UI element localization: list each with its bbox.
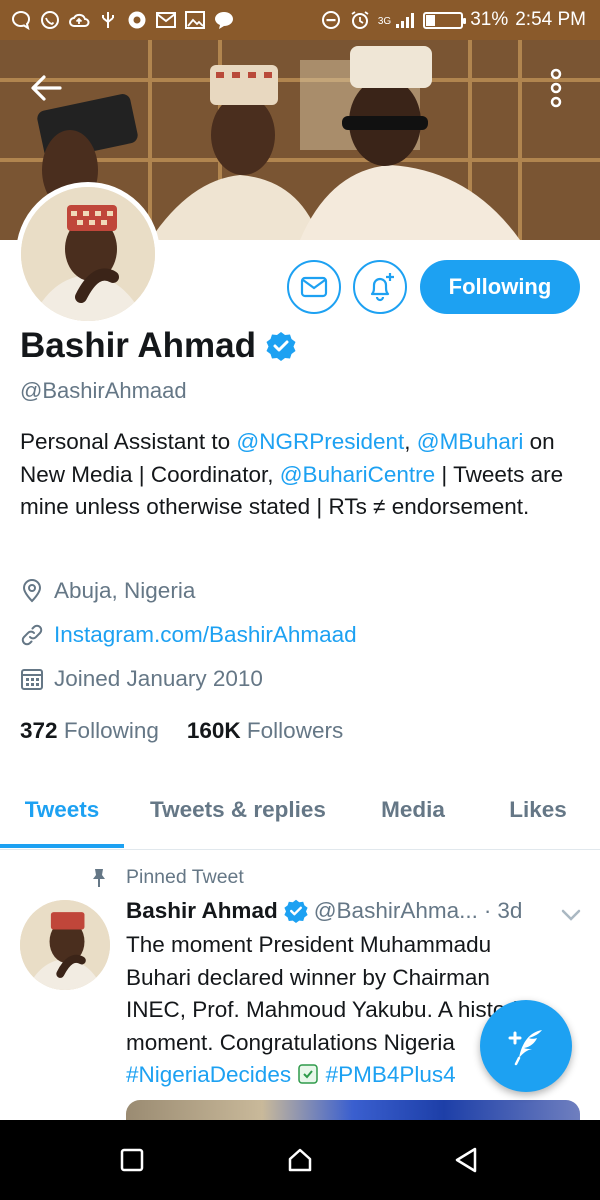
- verified-badge-icon: [284, 899, 308, 923]
- profile-website: Instagram.com/BashirAhmaad: [20, 622, 357, 648]
- network-type: 3G: [377, 16, 392, 27]
- battery-percent: 31%: [470, 9, 509, 30]
- tweet-avatar-photo: [20, 900, 110, 990]
- chevron-down-icon[interactable]: [560, 904, 582, 926]
- battery-level: [426, 14, 436, 26]
- tweet-header: Bashir Ahmad @BashirAhma... · 3d: [126, 898, 586, 924]
- bio-text: ,: [404, 429, 417, 454]
- profile-location: Abuja, Nigeria: [20, 578, 195, 604]
- following-count: 372: [20, 718, 58, 743]
- envelope-icon: [300, 276, 328, 298]
- profile-bio: Personal Assistant to @NGRPresident, @MB…: [20, 426, 580, 524]
- location-pin-icon: [20, 579, 44, 603]
- link-icon: [20, 623, 44, 647]
- profile-joined: Joined January 2010: [20, 666, 263, 692]
- location-text: Abuja, Nigeria: [54, 578, 196, 603]
- more-vertical-icon: [550, 68, 562, 108]
- verified-badge-icon: [266, 332, 296, 361]
- back-nav-button[interactable]: [446, 1140, 486, 1180]
- pin-icon: [93, 868, 105, 887]
- bell-plus-icon: [370, 273, 394, 302]
- more-options-button[interactable]: [540, 64, 572, 112]
- chrome-icon: [128, 11, 146, 29]
- profile-avatar[interactable]: [16, 182, 160, 326]
- gmail-icon: [156, 12, 176, 28]
- message-button[interactable]: [287, 260, 341, 314]
- mention-link-ngrpresident[interactable]: @NGRPresident: [236, 429, 404, 454]
- tweet-author-name[interactable]: Bashir Ahmad: [126, 898, 278, 924]
- followers-count: 160K: [186, 718, 241, 743]
- alarm-icon: [351, 11, 369, 29]
- android-nav-bar: [0, 1120, 600, 1200]
- compose-feather-icon: [508, 1030, 542, 1066]
- chat-bubble-icon: [12, 10, 30, 30]
- home-button[interactable]: [280, 1140, 320, 1180]
- image-icon: [185, 11, 205, 29]
- hashtag-link[interactable]: #PMB4Plus4: [326, 1062, 456, 1087]
- ballot-emoji-icon: [298, 1064, 319, 1084]
- tweet-body-text: The moment President Muhammadu Buhari de…: [126, 932, 530, 1055]
- hashtag-link[interactable]: #NigeriaDecides: [126, 1062, 291, 1087]
- cloud-upload-icon: [69, 13, 90, 27]
- tweet-avatar[interactable]: [20, 900, 110, 990]
- arrow-left-icon: [31, 75, 62, 101]
- active-tab-indicator: [0, 844, 124, 848]
- bio-text: Personal Assistant to: [20, 429, 237, 454]
- notifications-button[interactable]: [353, 260, 407, 314]
- mention-link-mbuhari[interactable]: @MBuhari: [417, 429, 524, 454]
- calendar-icon: [20, 667, 44, 691]
- tab-media[interactable]: Media: [360, 770, 466, 850]
- notification-icons: [10, 10, 235, 30]
- profile-name-row: Bashir Ahmad: [20, 326, 296, 366]
- profile-tabs: Tweets Tweets & replies Media Likes: [0, 770, 600, 850]
- following-button[interactable]: Following: [420, 260, 580, 314]
- recents-square-icon: [120, 1148, 144, 1172]
- home-icon: [288, 1148, 312, 1172]
- signal-icon: [396, 13, 415, 28]
- back-button[interactable]: [22, 68, 70, 108]
- following-stat[interactable]: 372 Following: [20, 718, 159, 744]
- tab-likes[interactable]: Likes: [490, 770, 586, 850]
- tab-tweets[interactable]: Tweets: [0, 770, 124, 850]
- tweet-separator: ·: [483, 898, 492, 923]
- pinned-label-row: Pinned Tweet: [90, 866, 244, 889]
- avatar-photo: [21, 187, 155, 321]
- tweet-author-handle: @BashirAhma...: [313, 898, 478, 923]
- display-name: Bashir Ahmad: [20, 326, 256, 365]
- mention-link-buharicentre[interactable]: @BuhariCentre: [280, 462, 435, 487]
- pinned-tweet-label: Pinned Tweet: [126, 866, 244, 888]
- message-icon: [215, 12, 233, 29]
- battery-icon: [423, 11, 467, 29]
- system-icons: 3G 31% 2:54 PM: [320, 9, 586, 31]
- follow-stats: 372 Following 160K Followers: [20, 718, 343, 744]
- status-bar: 3G 31% 2:54 PM: [0, 0, 600, 40]
- tweet-timestamp: 3d: [497, 898, 523, 923]
- following-label: Following: [63, 718, 159, 743]
- compose-tweet-button[interactable]: [480, 1000, 572, 1092]
- clock-time: 2:54 PM: [515, 9, 586, 30]
- whatsapp-icon: [41, 11, 59, 29]
- do-not-disturb-icon: [321, 11, 340, 29]
- back-triangle-icon: [455, 1147, 477, 1173]
- followers-stat[interactable]: 160K Followers: [187, 718, 343, 744]
- joined-text: Joined January 2010: [54, 666, 263, 691]
- tab-tweets-and-replies[interactable]: Tweets & replies: [130, 770, 346, 850]
- profile-handle: @BashirAhmaad: [20, 378, 187, 403]
- followers-label: Followers: [246, 718, 344, 743]
- website-link[interactable]: Instagram.com/BashirAhmaad: [54, 622, 357, 648]
- recents-button[interactable]: [112, 1140, 152, 1180]
- usb-icon: [102, 12, 114, 28]
